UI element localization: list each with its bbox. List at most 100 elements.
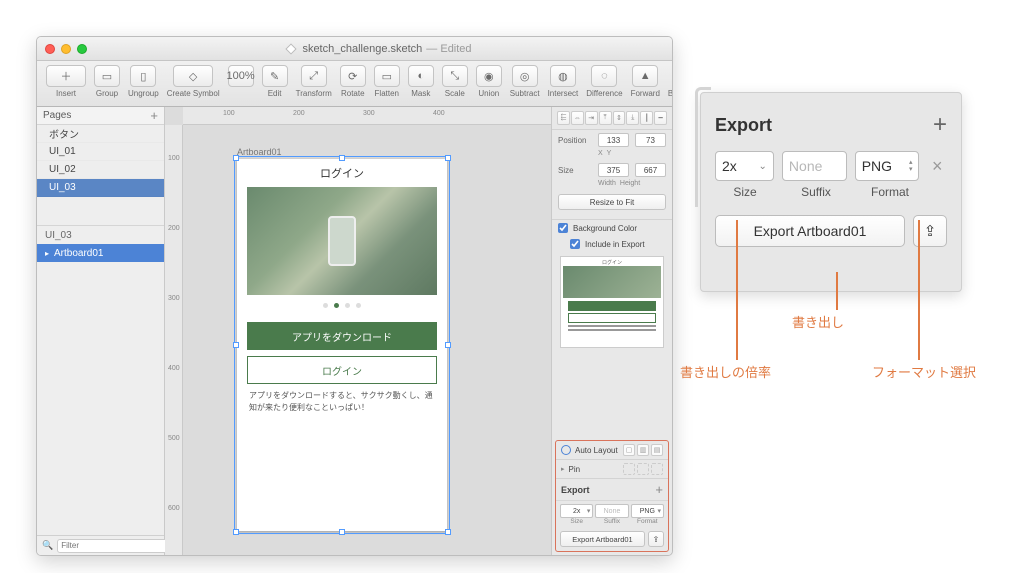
- al-btn-3[interactable]: ▤: [651, 444, 663, 456]
- layer-row-artboard[interactable]: ▸ Artboard01: [37, 244, 164, 262]
- toolbar-edit[interactable]: ✎Edit: [259, 65, 291, 98]
- handle-mid-right[interactable]: [445, 342, 451, 348]
- share-button[interactable]: ⇪: [648, 531, 664, 547]
- maximize-button[interactable]: [77, 44, 87, 54]
- page-row[interactable]: ボタン: [37, 125, 164, 143]
- align-right-button[interactable]: ⇥: [585, 111, 598, 125]
- export-artboard-button[interactable]: Export Artboard01: [560, 531, 645, 547]
- flatten-icon: ▭: [374, 65, 400, 87]
- toolbar-scale[interactable]: ⤡Scale: [439, 65, 471, 98]
- toolbar-intersect[interactable]: ◍Intersect: [545, 65, 582, 98]
- minimize-button[interactable]: [61, 44, 71, 54]
- align-left-button[interactable]: ⬱: [557, 111, 570, 125]
- page-row[interactable]: UI_03: [37, 179, 164, 197]
- search-icon: 🔍: [42, 540, 53, 551]
- handle-bottom-mid[interactable]: [339, 529, 345, 535]
- ruler-horizontal: 100200300400: [183, 107, 551, 125]
- handle-bottom-right[interactable]: [445, 529, 451, 535]
- toolbar-ungroup[interactable]: ▯Ungroup: [125, 65, 162, 98]
- align-bottom-button[interactable]: ⤓: [626, 111, 639, 125]
- handle-top-left[interactable]: [233, 155, 239, 161]
- resize-to-fit-button[interactable]: Resize to Fit: [558, 194, 666, 210]
- autolayout-header: Auto Layout ▢ ▥ ▤: [556, 441, 668, 460]
- position-y-field[interactable]: 73: [635, 133, 666, 147]
- toolbar-create-symbol[interactable]: ◇Create Symbol: [164, 65, 223, 98]
- toolbar-flatten[interactable]: ▭Flatten: [371, 65, 403, 98]
- toolbar: ＋Insert▭Group▯Ungroup◇Create Symbol100%✎…: [37, 61, 672, 107]
- x-sublabel: X: [598, 150, 603, 157]
- union-label: Union: [478, 89, 499, 98]
- include-label: Include in Export: [585, 240, 645, 249]
- pin-label: Pin: [569, 465, 581, 474]
- al-btn-1[interactable]: ▢: [623, 444, 635, 456]
- zoom-size-select[interactable]: 2x ⌄: [715, 151, 774, 181]
- handle-bottom-left[interactable]: [233, 529, 239, 535]
- pin-target[interactable]: [651, 463, 663, 475]
- toolbar-forward[interactable]: ▲Forward: [628, 65, 663, 98]
- zoom-suffix-field[interactable]: None: [782, 151, 847, 181]
- page-row[interactable]: UI_02: [37, 161, 164, 179]
- toolbar-rotate[interactable]: ⟳Rotate: [337, 65, 369, 98]
- artboard-preview: ログイン: [560, 256, 664, 348]
- toolbar-backward[interactable]: ▼Backward: [665, 65, 672, 98]
- include-export-checkbox[interactable]: [570, 239, 580, 249]
- align-row: ⬱ ⇔ ⇥ ⤒ ⇕ ⤓ ┃ ━: [552, 107, 672, 130]
- page-row[interactable]: UI_01: [37, 143, 164, 161]
- layer-group-row[interactable]: UI_03: [37, 226, 164, 244]
- filter-input[interactable]: [57, 539, 175, 553]
- artboard[interactable]: Artboard01 ログイン: [237, 147, 447, 531]
- subtract-label: Subtract: [510, 89, 540, 98]
- canvas[interactable]: 100200300400 100200300400500600 Artboard…: [165, 107, 552, 555]
- file-proxy-icon: [286, 43, 297, 54]
- align-vcenter-button[interactable]: ⇕: [613, 111, 626, 125]
- export-size-select[interactable]: 2x: [560, 504, 593, 518]
- handle-mid-left[interactable]: [233, 342, 239, 348]
- handle-top-mid[interactable]: [339, 155, 345, 161]
- format-sublabel: Format: [631, 518, 664, 525]
- al-btn-2[interactable]: ▥: [637, 444, 649, 456]
- size-h-field[interactable]: 667: [635, 163, 666, 177]
- description-text: アプリをダウンロードすると、サクサク動くし、通知が来たり便利なこといっぱい！: [249, 390, 435, 414]
- toolbar-subtract[interactable]: ◎Subtract: [507, 65, 543, 98]
- add-export-size-button[interactable]: +: [933, 111, 947, 139]
- toolbar-zoom[interactable]: 100%: [225, 65, 257, 89]
- ungroup-icon: ▯: [130, 65, 156, 87]
- position-x-field[interactable]: 133: [598, 133, 629, 147]
- pin-target[interactable]: [637, 463, 649, 475]
- remove-export-button[interactable]: ×: [927, 156, 947, 177]
- size-w-field[interactable]: 375: [598, 163, 629, 177]
- add-page-button[interactable]: +: [150, 108, 158, 123]
- export-suffix-field[interactable]: None: [595, 504, 628, 518]
- distribute-v-button[interactable]: ━: [654, 111, 667, 125]
- export-format-select[interactable]: PNG: [631, 504, 664, 518]
- background-color-checkbox[interactable]: [558, 223, 568, 233]
- toolbar-group[interactable]: ▭Group: [91, 65, 123, 98]
- zoom-export-button[interactable]: Export Artboard01: [715, 215, 905, 247]
- close-button[interactable]: [45, 44, 55, 54]
- handle-top-right[interactable]: [445, 155, 451, 161]
- ruler-tick: 300: [363, 110, 375, 117]
- toolbar-union[interactable]: ◉ Union: [473, 65, 505, 98]
- toolbar-mask[interactable]: ◐Mask: [405, 65, 437, 98]
- h-sublabel: Height: [620, 180, 640, 187]
- intersect-label: Intersect: [548, 89, 579, 98]
- preview-outline: [568, 313, 656, 323]
- left-sidebar: Pages + ボタンUI_01UI_02UI_03 UI_03 ▸ Artbo…: [37, 107, 165, 555]
- backward-label: Backward: [668, 89, 672, 98]
- scale-icon: ⤡: [442, 65, 468, 87]
- toolbar-transform[interactable]: ⤢Transform: [293, 65, 335, 98]
- add-export-button[interactable]: +: [655, 482, 663, 497]
- distribute-h-button[interactable]: ┃: [640, 111, 653, 125]
- ruler-tick: 200: [168, 225, 180, 232]
- align-hcenter-button[interactable]: ⇔: [571, 111, 584, 125]
- insert-icon: ＋: [46, 65, 86, 87]
- ruler-tick: 100: [168, 155, 180, 162]
- disclosure-triangle-icon[interactable]: ▸: [561, 465, 565, 473]
- toolbar-difference[interactable]: ◌Difference: [583, 65, 625, 98]
- login-button: ログイン: [247, 356, 437, 384]
- toolbar-insert[interactable]: ＋Insert: [43, 65, 89, 98]
- union-icon: ◉: [476, 65, 502, 87]
- align-top-button[interactable]: ⤒: [599, 111, 612, 125]
- zoom-format-select[interactable]: PNG ▴▾: [855, 151, 920, 181]
- pin-target[interactable]: [623, 463, 635, 475]
